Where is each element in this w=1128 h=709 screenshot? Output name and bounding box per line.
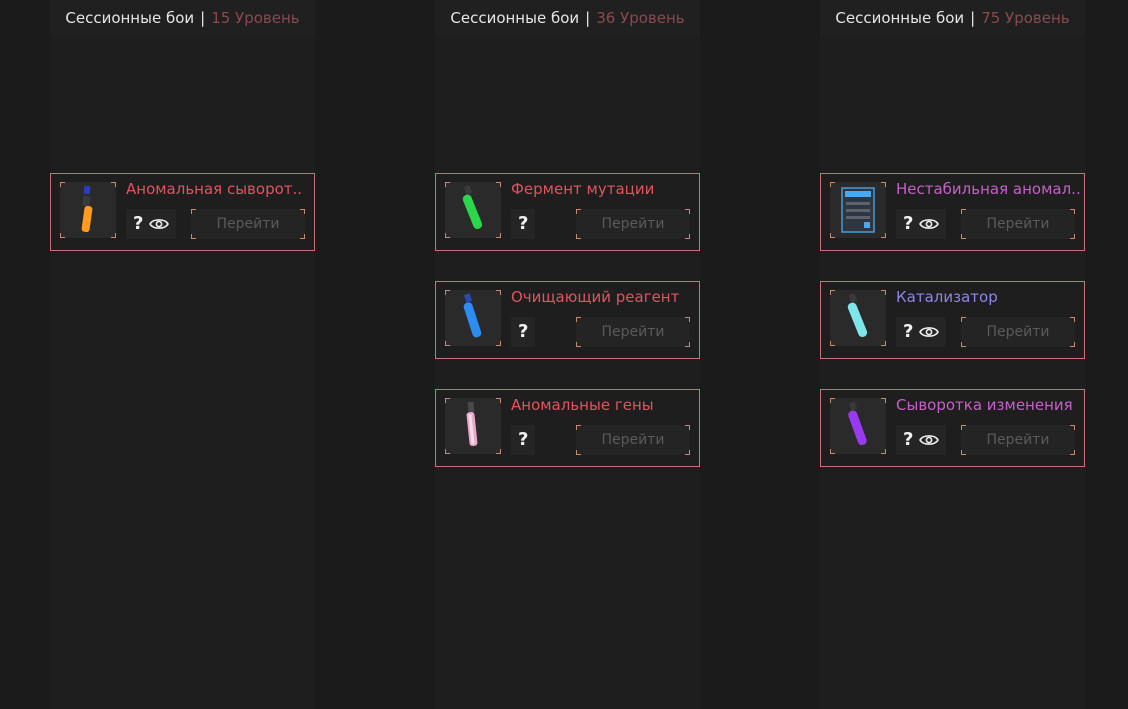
- header-level: 75 Уровень: [981, 9, 1070, 27]
- item-name: Аномальная сыворот..: [126, 180, 303, 198]
- header-title: Сессионные бои: [450, 9, 580, 27]
- question-icon[interactable]: ?: [133, 215, 143, 233]
- item-card[interactable]: Очищающий реагент ? Перейти: [435, 281, 700, 359]
- go-button[interactable]: Перейти: [576, 317, 690, 347]
- eye-icon[interactable]: [919, 325, 940, 339]
- header-separator: |: [585, 9, 591, 27]
- green-vial-icon: [445, 182, 501, 238]
- item-actions: ?: [511, 209, 536, 239]
- orange-vial-icon: [60, 182, 116, 238]
- go-button-label: Перейти: [216, 216, 280, 232]
- item-name: Очищающий реагент: [511, 288, 680, 306]
- purple-vial-icon: [830, 398, 886, 454]
- header-level: 15 Уровень: [211, 9, 300, 27]
- item-name: Нестабильная аномал..: [896, 180, 1081, 198]
- column-level-15: Сессионные бои | 15 Уровень Аномальная с…: [50, 0, 315, 709]
- item-card[interactable]: Аномальная сыворот.. ? Перейти: [50, 173, 315, 251]
- question-icon[interactable]: ?: [518, 431, 528, 449]
- go-button[interactable]: Перейти: [576, 209, 690, 239]
- item-card[interactable]: Катализатор ? Перейти: [820, 281, 1085, 359]
- go-button-label: Перейти: [986, 324, 1050, 340]
- cyan-vial-icon: [830, 290, 886, 346]
- question-icon[interactable]: ?: [903, 323, 913, 341]
- header-title: Сессионные бои: [835, 9, 965, 27]
- item-card[interactable]: Нестабильная аномал.. ? Перейти: [820, 173, 1085, 251]
- go-button-label: Перейти: [601, 432, 665, 448]
- go-button[interactable]: Перейти: [961, 317, 1075, 347]
- item-name: Катализатор: [896, 288, 998, 306]
- item-actions: ?: [896, 425, 947, 455]
- question-icon[interactable]: ?: [518, 323, 528, 341]
- item-card[interactable]: Фермент мутации ? Перейти: [435, 173, 700, 251]
- question-icon[interactable]: ?: [903, 215, 913, 233]
- item-actions: ?: [896, 209, 947, 239]
- header-separator: |: [970, 9, 976, 27]
- blue-container-icon: [830, 182, 886, 238]
- go-button-label: Перейти: [986, 216, 1050, 232]
- eye-icon[interactable]: [919, 217, 940, 231]
- column-level-36: Сессионные бои | 36 Уровень Фермент мута…: [435, 0, 700, 709]
- go-button[interactable]: Перейти: [576, 425, 690, 455]
- column-level-75: Сессионные бои | 75 Уровень Нестабильная…: [820, 0, 1085, 709]
- go-button-label: Перейти: [986, 432, 1050, 448]
- item-name: Фермент мутации: [511, 180, 655, 198]
- item-name: Аномальные гены: [511, 396, 654, 414]
- go-button-label: Перейти: [601, 324, 665, 340]
- column-header: Сессионные бои | 75 Уровень: [820, 0, 1085, 36]
- go-button[interactable]: Перейти: [191, 209, 305, 239]
- header-title: Сессионные бои: [65, 9, 195, 27]
- go-button-label: Перейти: [601, 216, 665, 232]
- game-screen: Сессионные бои | 15 Уровень Аномальная с…: [0, 0, 1128, 709]
- item-actions: ?: [896, 317, 947, 347]
- eye-icon[interactable]: [919, 433, 940, 447]
- item-name: Сыворотка изменения: [896, 396, 1073, 414]
- column-header: Сессионные бои | 15 Уровень: [50, 0, 315, 36]
- item-actions: ?: [511, 425, 536, 455]
- question-icon[interactable]: ?: [518, 215, 528, 233]
- question-icon[interactable]: ?: [903, 431, 913, 449]
- item-card[interactable]: Сыворотка изменения ? Перейти: [820, 389, 1085, 467]
- item-actions: ?: [126, 209, 177, 239]
- eye-icon[interactable]: [149, 217, 170, 231]
- go-button[interactable]: Перейти: [961, 209, 1075, 239]
- blue-vial-icon: [445, 290, 501, 346]
- go-button[interactable]: Перейти: [961, 425, 1075, 455]
- item-card[interactable]: Аномальные гены ? Перейти: [435, 389, 700, 467]
- column-header: Сессионные бои | 36 Уровень: [435, 0, 700, 36]
- pink-vial-icon: [445, 398, 501, 454]
- item-actions: ?: [511, 317, 536, 347]
- header-level: 36 Уровень: [596, 9, 685, 27]
- header-separator: |: [200, 9, 206, 27]
